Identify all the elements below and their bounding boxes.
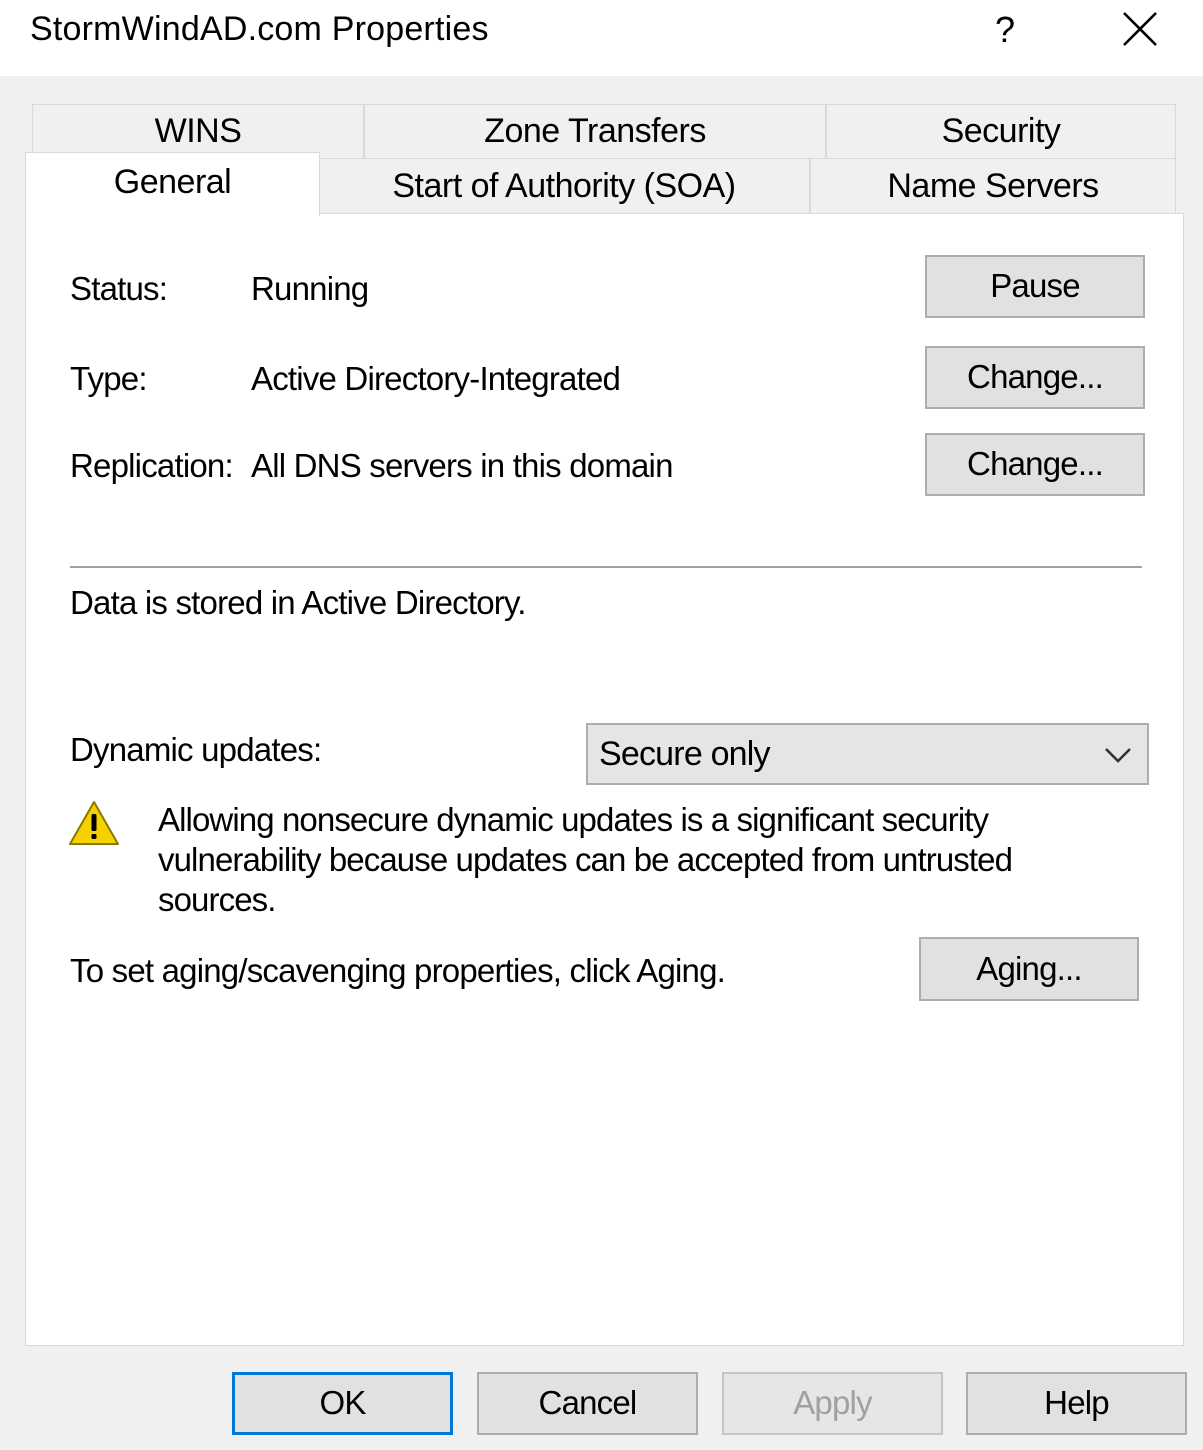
status-value: Running xyxy=(251,270,369,307)
tab-zone-transfers[interactable]: Zone Transfers xyxy=(364,104,826,158)
window-title: StormWindAD.com Properties xyxy=(30,10,489,48)
title-bar[interactable]: StormWindAD.com Properties ? xyxy=(0,0,1203,76)
storage-note: Data is stored in Active Directory. xyxy=(70,584,526,621)
type-label: Type: xyxy=(70,360,148,397)
ok-button[interactable]: OK xyxy=(232,1372,453,1435)
section-divider xyxy=(70,566,1142,568)
cancel-button[interactable]: Cancel xyxy=(477,1372,698,1435)
help-icon[interactable]: ? xyxy=(990,6,1020,56)
pause-button[interactable]: Pause xyxy=(925,255,1145,318)
tab-name-servers[interactable]: Name Servers xyxy=(810,158,1176,214)
dynamic-updates-label: Dynamic updates: xyxy=(70,731,322,768)
change-type-button[interactable]: Change... xyxy=(925,346,1145,409)
replication-label: Replication: xyxy=(70,447,234,484)
apply-button[interactable]: Apply xyxy=(722,1372,943,1435)
type-value: Active Directory-Integrated xyxy=(251,360,621,397)
change-replication-button[interactable]: Change... xyxy=(925,433,1145,496)
close-icon[interactable] xyxy=(1115,4,1165,54)
tab-wins[interactable]: WINS xyxy=(32,104,364,158)
dynamic-updates-select[interactable]: Secure only xyxy=(586,723,1149,785)
general-tab-panel: Status: Running Pause Type: Active Direc… xyxy=(25,213,1184,1346)
warning-icon xyxy=(68,799,120,847)
aging-button[interactable]: Aging... xyxy=(919,937,1139,1001)
tab-security[interactable]: Security xyxy=(826,104,1176,158)
tab-general[interactable]: General xyxy=(25,152,320,216)
status-label: Status: xyxy=(70,270,168,307)
aging-instructions: To set aging/scavenging properties, clic… xyxy=(70,952,726,989)
properties-dialog: StormWindAD.com Properties ? WINS Zone T… xyxy=(0,0,1203,1450)
dynamic-updates-selected: Secure only xyxy=(599,735,771,773)
help-button[interactable]: Help xyxy=(966,1372,1187,1435)
chevron-down-icon xyxy=(1103,743,1133,767)
replication-value: All DNS servers in this domain xyxy=(251,447,673,484)
tab-start-of-authority[interactable]: Start of Authority (SOA) xyxy=(318,158,810,214)
security-warning-text: Allowing nonsecure dynamic updates is a … xyxy=(158,801,1013,918)
